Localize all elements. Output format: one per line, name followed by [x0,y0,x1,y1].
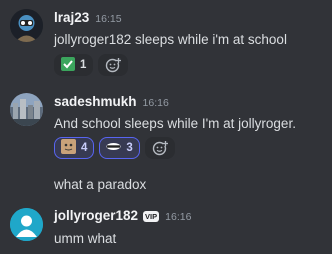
reaction-custom-cat[interactable]: 4 [54,137,95,159]
reaction-count: 3 [126,142,133,154]
avatar-jollyroger182[interactable] [10,208,43,241]
avatar-sadeshmukh[interactable] [10,93,43,126]
timestamp[interactable]: 16:16 [143,97,169,109]
message-text: jollyroger182 sleeps while i'm at school [54,32,287,47]
username[interactable]: jollyroger182 [54,208,138,223]
add-reaction-icon [152,141,168,156]
custom-eyes-emoji [106,139,121,157]
reaction-count: 4 [81,142,88,154]
vip-badge: VIP [143,210,160,222]
message-text: umm what [54,231,117,246]
reaction-check-mark[interactable]: 1 [54,54,94,76]
add-reaction-button[interactable] [98,54,129,76]
reaction-custom-eyes[interactable]: 3 [99,137,140,159]
message-text: And school sleeps while I'm at jollyroge… [54,116,296,131]
check-mark-emoji [61,56,75,74]
add-reaction-icon [106,58,122,73]
timestamp[interactable]: 16:16 [165,211,191,223]
reaction-count: 1 [80,59,87,71]
message-text: what a paradox [54,177,147,192]
add-reaction-button[interactable] [144,137,175,159]
avatar-lraj23[interactable] [10,9,43,42]
custom-cat-emoji [61,139,76,157]
timestamp[interactable]: 16:15 [95,13,121,25]
username[interactable]: sadeshmukh [54,94,137,109]
username[interactable]: lraj23 [54,10,89,25]
